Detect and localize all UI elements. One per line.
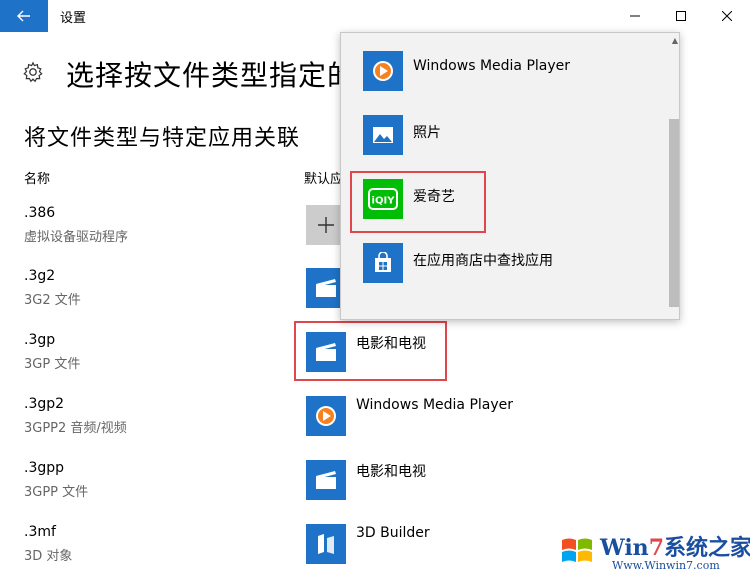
title-bar: 设置 (0, 0, 750, 32)
store-icon (375, 252, 391, 272)
maximize-button[interactable] (658, 0, 704, 32)
file-extension: .3gp2 (24, 396, 65, 412)
highlight-box (350, 171, 486, 233)
flyout-item-store[interactable]: 在应用商店中查找应用 (341, 225, 679, 289)
file-type-row: .3gp2 3GPP2 音频/视频 Windows Media Player (0, 396, 750, 460)
scrollbar-thumb[interactable] (669, 119, 679, 307)
site-watermark: Win7系统之家 Www.Winwin7.com (556, 526, 750, 578)
plus-icon (318, 217, 334, 233)
close-icon (722, 11, 732, 21)
file-extension: .3mf (24, 524, 56, 540)
minimize-button[interactable] (612, 0, 658, 32)
back-button[interactable] (0, 0, 48, 32)
file-description: 虚拟设备驱动程序 (24, 230, 129, 245)
app-tile (363, 115, 403, 155)
file-extension: .3gpp (24, 460, 65, 476)
app-tile (363, 51, 403, 91)
default-app-name[interactable]: 电影和电视 (356, 461, 426, 481)
watermark-title: Win7系统之家 (600, 535, 750, 561)
file-description: 3GP 文件 (24, 357, 81, 372)
windows-logo-icon (562, 538, 592, 562)
media-player-icon (373, 61, 393, 81)
file-description: 3GPP2 音频/视频 (24, 421, 127, 436)
file-extension: .3g2 (24, 268, 56, 284)
default-app-button[interactable] (306, 460, 346, 500)
app-tile (363, 243, 403, 283)
file-extension: .3gp (24, 332, 56, 348)
watermark-url: Www.Winwin7.com (612, 559, 720, 572)
default-app-name[interactable]: Windows Media Player (356, 397, 513, 413)
flyout-item-windows-media-player[interactable]: Windows Media Player (341, 33, 679, 97)
default-app-button[interactable] (306, 524, 346, 564)
flyout-item-photos[interactable]: 照片 (341, 97, 679, 161)
media-player-icon (316, 406, 336, 426)
column-header-default-app: 默认应 (304, 172, 344, 187)
builder-icon (318, 534, 334, 554)
highlight-box (294, 321, 447, 381)
file-extension: .386 (24, 205, 56, 221)
maximize-icon (676, 11, 686, 21)
file-description: 3G2 文件 (24, 293, 81, 308)
flyout-item-label: 在应用商店中查找应用 (413, 253, 553, 269)
window-title: 设置 (60, 11, 87, 26)
column-header-name: 名称 (24, 172, 51, 187)
minimize-icon (630, 15, 640, 17)
flyout-item-label: Windows Media Player (413, 58, 571, 74)
default-app-button[interactable] (306, 396, 346, 436)
photos-icon (373, 127, 393, 143)
clapper-icon (316, 471, 336, 489)
section-title: 将文件类型与特定应用关联 (24, 126, 301, 151)
file-description: 3GPP 文件 (24, 485, 89, 500)
close-button[interactable] (704, 0, 750, 32)
flyout-item-label: 照片 (413, 125, 441, 141)
scroll-up-icon[interactable]: ▲ (669, 33, 679, 47)
file-type-row: .3gpp 3GPP 文件 电影和电视 (0, 460, 750, 524)
back-arrow-icon (17, 10, 30, 22)
default-app-name[interactable]: 3D Builder (356, 525, 430, 541)
clapper-icon (316, 279, 336, 297)
page-title: 选择按文件类型指定的 (66, 59, 357, 92)
file-description: 3D 对象 (24, 549, 73, 564)
gear-icon (23, 61, 43, 83)
